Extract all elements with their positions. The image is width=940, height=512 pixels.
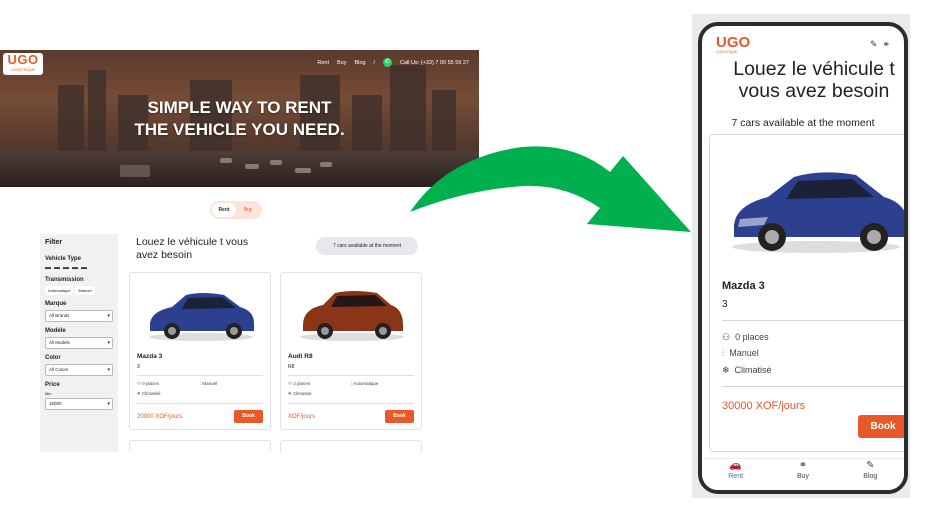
top-nav: Rent Buy Blog / ✆ Call Us: (+33) 7 00 55… [317, 58, 469, 67]
book-button[interactable]: Book [385, 410, 414, 423]
clim-text: Climatisé [293, 391, 312, 396]
person-icon: ⚇ 0 places [722, 332, 769, 342]
color-select[interactable]: All Colors [45, 364, 113, 376]
availability-badge: 7 cars available at the moment [316, 237, 418, 255]
nav-rent-label: Rent [728, 473, 744, 480]
places-text: 2 places [293, 381, 311, 386]
price-label: Price [45, 382, 60, 388]
color-label: Color [45, 355, 61, 361]
nav-buy-label: Buy [796, 473, 810, 480]
price-text: 20000 XOF/jours [137, 414, 183, 420]
edit-icon[interactable]: ✎ [870, 39, 878, 50]
motorbike-icon: ⚭ [798, 460, 808, 471]
composite-image: UGO LOGISTIQUE Rent Buy Blog / ✆ Call Us… [0, 0, 940, 512]
car-model: R8 [288, 364, 295, 370]
logo-mark: UGO [7, 52, 39, 67]
mobile-screenshot: UGO LOGISTIQUE ✎ ⚭ Louez le véhicule t v… [698, 22, 908, 494]
vehicle-type-options: ▬ ▬ ▬ ▬ ▬ [45, 265, 113, 271]
transmission-options: Automatique Manuel [45, 286, 113, 295]
snowflake-icon: ❄ Climatisé [137, 391, 161, 396]
snowflake-icon: ❄ Climatisé [722, 365, 772, 375]
places-text: 0 places [735, 332, 769, 342]
min-label: Min [45, 391, 52, 396]
modele-label: Modèle [45, 328, 66, 334]
snowflake-icon: ❄ Climatisé [288, 391, 312, 396]
marque-label: Marque [45, 301, 67, 307]
marque-select[interactable]: All Brands [45, 310, 113, 322]
car-image [149, 293, 254, 341]
modele-select[interactable]: All Models [45, 337, 113, 349]
car-image [300, 291, 404, 341]
van-icon[interactable]: ▬ [81, 265, 87, 271]
book-button[interactable]: Book [858, 415, 904, 438]
price-text: XOF/jours [288, 414, 316, 420]
rent-buy-toggle: Rent Buy [210, 201, 262, 219]
vehicle-type-label: Vehicle Type [45, 256, 81, 262]
transmission-text: Automatique [353, 381, 379, 386]
whatsapp-icon[interactable]: ✆ [383, 58, 393, 67]
trans-automatique[interactable]: Automatique [45, 286, 74, 295]
places-text: 0 places [142, 381, 160, 386]
person-icon: ⚇ 2 places [288, 381, 311, 386]
call-us-text[interactable]: Call Us: (+33) 7 00 55 59 27 [400, 60, 469, 66]
suv-icon[interactable]: ▬ [63, 265, 69, 271]
car-name: Mazda 3 [137, 353, 163, 360]
page-title-line-2: vous avez besoin [738, 80, 890, 102]
car-image [732, 172, 904, 253]
gear-shift-icon: ⫶ Automatique [351, 381, 379, 386]
car-icon: 🚗 [729, 460, 742, 471]
car-card[interactable]: Audi R8 R8 ⚇ 2 places ⫶ Automatique ❄ Cl… [280, 272, 422, 430]
hero-line-1: SIMPLE WAY TO RENT [147, 98, 332, 117]
nav-buy[interactable]: ⚭ Buy [783, 459, 823, 490]
nav-buy-link[interactable]: Buy [337, 60, 346, 66]
person-icon: ⚇ 0 places [137, 381, 160, 386]
nav-rent[interactable]: 🚗 Rent [716, 459, 756, 490]
nav-blog-label: Blog [863, 473, 878, 480]
transmission-label: Transmission [45, 277, 84, 283]
car-card-partial[interactable] [129, 440, 271, 452]
car-icon[interactable]: ▬ [45, 265, 51, 271]
toggle-rent[interactable]: Rent [212, 203, 236, 217]
clim-text: Climatisé [142, 391, 161, 396]
filter-title: Filter [45, 239, 63, 246]
page-title: Louez le véhicule t vous avez besoin [714, 58, 904, 102]
book-button[interactable]: Book [234, 410, 263, 423]
car-card-partial[interactable] [280, 440, 422, 452]
price-text: 30000 XOF/jours [722, 400, 806, 412]
transmission-text: Manuel [202, 381, 218, 386]
logo-tagline: LOGISTIQUE [10, 67, 36, 72]
edit-icon: ✎ [866, 460, 875, 471]
gear-shift-icon: ⫶ Manuel [722, 348, 759, 358]
desktop-screenshot: UGO LOGISTIQUE Rent Buy Blog / ✆ Call Us… [0, 50, 479, 452]
brand-logo[interactable]: UGO LOGISTIQUE [3, 53, 43, 75]
car-model: 3 [722, 299, 728, 310]
car-name: Mazda 3 [722, 280, 765, 292]
nav-separator: / [373, 59, 376, 66]
filter-panel: Filter Vehicle Type ▬ ▬ ▬ ▬ ▬ Transmissi… [40, 234, 118, 452]
transition-arrow [410, 146, 691, 232]
list-title: Louez le véhicule t vous avez besoin [136, 236, 249, 261]
transmission-text: Manuel [729, 348, 759, 358]
car-model: 3 [137, 364, 140, 370]
nav-blog-link[interactable]: Blog [355, 60, 366, 66]
trans-manuel[interactable]: Manuel [75, 286, 95, 295]
brand-logo[interactable]: UGO LOGISTIQUE [716, 35, 750, 54]
sedan-icon[interactable]: ▬ [54, 265, 60, 271]
bottom-nav: 🚗 Rent ⚭ Buy ✎ Blog [702, 458, 904, 490]
availability-text: 7 cars available at the moment [731, 117, 875, 129]
motorbike-icon[interactable]: ⚭ [882, 39, 890, 50]
logo-mark: UGO [716, 34, 751, 51]
nav-rent-link[interactable]: Rent [317, 60, 329, 66]
page-title-line-1: Louez le véhicule t [733, 58, 895, 80]
car-name: Audi R8 [288, 353, 313, 360]
car-card[interactable]: Mazda 3 3 ⚇ 0 places ⫶ Manuel ❄ Climatis… [129, 272, 271, 430]
gear-shift-icon: ⫶ Manuel [200, 381, 218, 386]
clim-text: Climatisé [734, 365, 772, 375]
truck-icon[interactable]: ▬ [72, 265, 78, 271]
min-price-input[interactable]: 15000 [45, 398, 113, 410]
nav-blog[interactable]: ✎ Blog [850, 459, 890, 490]
toggle-buy[interactable]: Buy [236, 203, 260, 217]
car-card[interactable]: Mazda 3 3 ⚇ 0 places ⫶ Manuel ❄ Climatis… [709, 134, 904, 452]
header-icons: ✎ ⚭ [870, 39, 890, 50]
